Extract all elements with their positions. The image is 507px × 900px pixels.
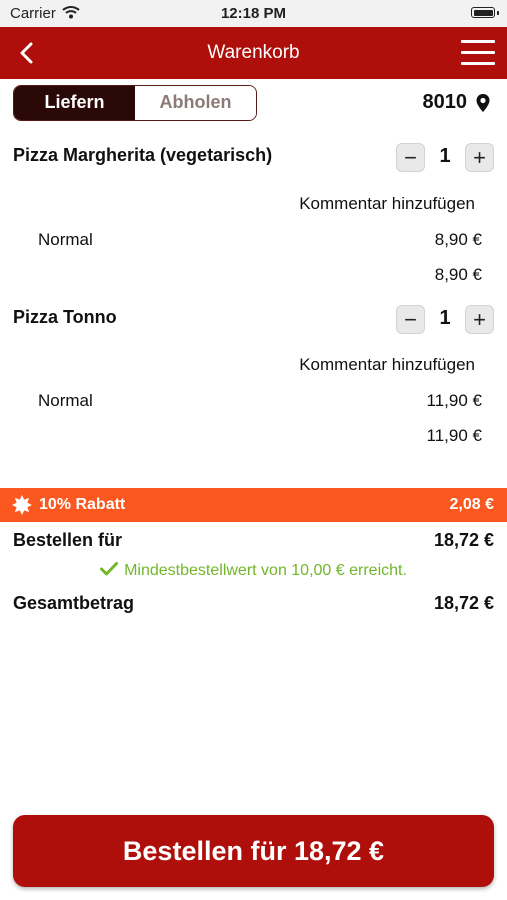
order-for-value: 18,72 € <box>433 530 494 550</box>
order-for-label: Bestellen für <box>13 530 123 550</box>
add-comment-link[interactable]: Kommentar hinzufügen <box>299 355 475 375</box>
tab-abholen[interactable]: Abholen <box>135 86 256 120</box>
app-header: Warenkorb <box>0 27 507 79</box>
item-line-total: 11,90 € <box>426 426 482 445</box>
checkmark-icon <box>100 562 119 576</box>
variant-price: 11,90 € <box>426 391 482 410</box>
menu-bar <box>461 51 495 54</box>
location-pin-icon <box>476 93 490 112</box>
item-variant: Normal <box>38 230 93 249</box>
increase-quantity-button[interactable]: + <box>465 143 494 172</box>
battery-cap <box>497 11 499 15</box>
menu-bar <box>461 62 495 65</box>
discount-badge-icon <box>12 495 32 515</box>
item-line-total: 8,90 € <box>434 265 482 284</box>
battery-icon <box>471 7 495 18</box>
increase-quantity-button[interactable]: + <box>465 305 494 334</box>
quantity-value: 1 <box>439 307 451 329</box>
postal-code: 8010 <box>422 91 468 113</box>
cart-item-name: Pizza Margherita (vegetarisch) <box>13 145 273 165</box>
quantity-stepper: − 1 + <box>396 305 494 337</box>
clock: 12:18 PM <box>220 5 287 22</box>
quantity-value: 1 <box>439 145 451 167</box>
minimum-order-message: Mindestbestellwert von 10,00 € erreicht. <box>0 562 507 580</box>
discount-label: 10% Rabatt <box>39 496 126 513</box>
status-bar: Carrier 12:18 PM <box>0 0 507 27</box>
discount-banner: 10% Rabatt 2,08 € <box>0 488 507 522</box>
cart-item-name: Pizza Tonno <box>13 307 117 327</box>
decrease-quantity-button[interactable]: − <box>396 305 425 334</box>
hamburger-menu-icon[interactable] <box>461 40 495 66</box>
page-title: Warenkorb <box>207 42 300 63</box>
variant-price: 8,90 € <box>434 230 482 249</box>
tab-liefern[interactable]: Liefern <box>14 86 135 120</box>
minimum-order-text: Mindestbestellwert von 10,00 € erreicht. <box>124 562 407 579</box>
delivery-mode-toggle: Liefern Abholen <box>13 85 257 121</box>
discount-amount: 2,08 € <box>449 496 494 513</box>
add-comment-link[interactable]: Kommentar hinzufügen <box>299 194 475 214</box>
place-order-button[interactable]: Bestellen für 18,72 € <box>13 815 494 887</box>
decrease-quantity-button[interactable]: − <box>396 143 425 172</box>
postal-code-selector[interactable]: 8010 <box>423 91 492 114</box>
quantity-stepper: − 1 + <box>396 143 494 175</box>
total-value: 18,72 € <box>433 593 494 613</box>
menu-bar <box>461 40 495 43</box>
item-variant: Normal <box>38 391 93 410</box>
total-label: Gesamtbetrag <box>13 593 135 613</box>
